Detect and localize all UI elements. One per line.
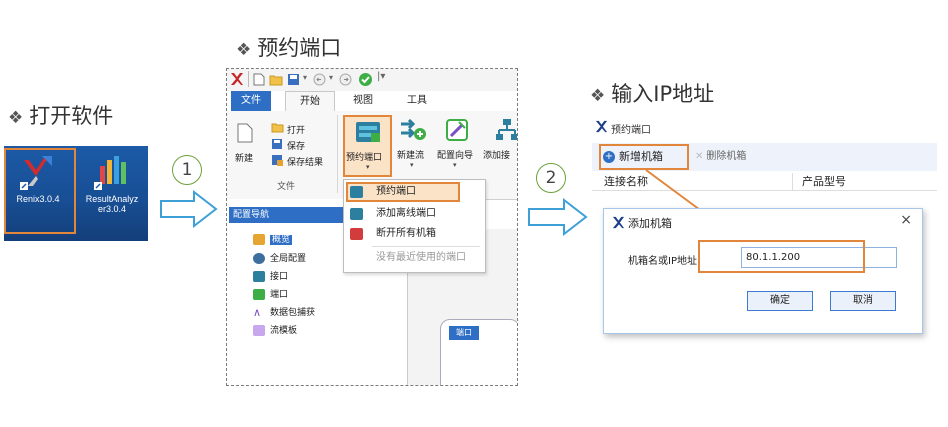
- check-icon[interactable]: [358, 72, 373, 87]
- save-result-button[interactable]: 保存结果: [287, 155, 323, 168]
- renix-logo-icon: [231, 73, 243, 85]
- ip-input-highlight: [698, 240, 865, 273]
- software-window: ▾ ▾ |▾ 文件 开始 视图 工具 新建 打开 保存 保存结果 文件 预约端口…: [226, 68, 518, 386]
- tab-view[interactable]: 视图: [343, 91, 383, 111]
- ribbon-group-divider: [337, 115, 338, 193]
- port-icon: [253, 289, 265, 300]
- add-interface-button[interactable]: 添加接: [483, 148, 510, 161]
- quick-access-toolbar: ▾ ▾ |▾: [227, 69, 517, 91]
- undo-caret-icon[interactable]: ▾: [329, 73, 333, 82]
- add-chassis-button[interactable]: + 新增机箱: [603, 148, 663, 166]
- tab-tools[interactable]: 工具: [397, 91, 437, 111]
- nav-item-port[interactable]: 端口: [253, 288, 288, 302]
- undo-icon[interactable]: [313, 73, 326, 86]
- col-product-model: 产品型号: [802, 175, 846, 188]
- col-divider: [792, 173, 793, 191]
- add-chassis-dialog: 添加机箱 × 机箱名或IP地址 80.1.1.200 确定 取消: [603, 208, 923, 334]
- result-analyzer-label: ResultAnalyz er3.0.4: [85, 194, 139, 214]
- reserve-port-button[interactable]: 预约端口 ▾: [343, 115, 392, 177]
- new-file-icon: [237, 123, 253, 143]
- new-stream-caret-icon: ▾: [410, 161, 414, 169]
- add-circle-icon: +: [603, 151, 615, 163]
- chassis-ip-label: 机箱名或IP地址: [628, 256, 697, 267]
- menu-separator: [372, 246, 480, 247]
- tab-start[interactable]: 开始: [285, 91, 335, 112]
- save-file-icon: [272, 139, 282, 149]
- new-stream-button[interactable]: 新建流: [397, 148, 424, 161]
- config-wizard-caret-icon: ▾: [453, 161, 457, 169]
- tab-file[interactable]: 文件: [231, 91, 271, 111]
- nav-item-overview[interactable]: 概览: [253, 233, 293, 247]
- redo-icon[interactable]: [339, 73, 352, 86]
- desktop-icon-result-analyzer[interactable]: ResultAnalyz er3.0.4: [80, 152, 144, 214]
- stream-template-icon: [253, 325, 265, 336]
- menu-item-disconnect-all[interactable]: 断开所有机箱: [344, 224, 485, 244]
- delete-chassis-button[interactable]: ✕ 删除机箱: [695, 148, 746, 166]
- save-icon[interactable]: [287, 73, 300, 86]
- ok-button[interactable]: 确定: [747, 291, 813, 311]
- add-interface-icon: [496, 119, 517, 140]
- dialog-close-icon[interactable]: ×: [900, 212, 912, 228]
- save-button[interactable]: 保存: [287, 139, 305, 152]
- heading-reserve-port: ❖ 预约端口: [236, 36, 342, 60]
- menu-item-reserve-port[interactable]: 预约端口: [344, 182, 485, 202]
- ribbon-tabs: 文件 开始 视图 工具: [227, 91, 517, 112]
- new-stream-icon: [401, 119, 426, 140]
- config-wizard-button[interactable]: 配置向导: [437, 148, 473, 161]
- nav-item-interface[interactable]: 接口: [253, 270, 288, 284]
- nav-item-global-config[interactable]: 全局配置: [253, 252, 306, 266]
- capture-wave-icon: ∧: [253, 306, 262, 319]
- home-icon: [253, 234, 265, 245]
- new-doc-icon[interactable]: [253, 73, 265, 86]
- reserve-port-window-title: 预约端口: [611, 125, 651, 136]
- result-analyzer-app-icon: [94, 156, 126, 190]
- offline-port-icon: [350, 208, 363, 220]
- toolbar-divider: [248, 71, 249, 87]
- new-button[interactable]: 新建: [235, 151, 253, 164]
- disconnect-plug-icon: [350, 228, 363, 240]
- reserve-port-label: 预约端口: [346, 153, 383, 163]
- interface-icon: [253, 271, 265, 282]
- dialog-logo-icon: [612, 216, 625, 229]
- step-2-circle: 2: [536, 163, 566, 193]
- step-1-circle: 1: [172, 155, 202, 185]
- gear-icon: [253, 253, 265, 264]
- reserve-port-dropdown: 预约端口 添加离线端口 断开所有机箱 没有最近使用的端口: [343, 179, 486, 273]
- renix-window-logo-icon: [595, 120, 608, 133]
- heading-enter-ip: ❖ 输入IP地址: [590, 82, 715, 106]
- reserve-port-caret-icon: ▾: [366, 163, 370, 171]
- menu-item-add-offline-port[interactable]: 添加离线端口: [344, 204, 485, 224]
- heading-open-software: ❖ 打开软件: [8, 104, 114, 128]
- config-wizard-icon: [446, 119, 468, 141]
- ribbon-group-file-label: 文件: [277, 182, 296, 192]
- port-panel: 端口: [440, 319, 517, 385]
- customize-toolbar-icon[interactable]: |▾: [377, 71, 385, 82]
- open-folder-icon[interactable]: [269, 73, 283, 86]
- save-result-icon: [272, 155, 283, 166]
- step-1-arrow-icon: [160, 190, 218, 228]
- dialog-title: 添加机箱: [628, 217, 672, 230]
- open-icon: [271, 123, 284, 133]
- nav-item-stream-template[interactable]: 流模板: [253, 324, 297, 338]
- renix-selection-frame: [4, 148, 76, 234]
- dropdown-caret-icon[interactable]: ▾: [303, 73, 307, 82]
- menu-item-no-recent: 没有最近使用的端口: [376, 252, 466, 263]
- cancel-button[interactable]: 取消: [830, 291, 896, 311]
- port-server-icon: [356, 122, 380, 142]
- open-button[interactable]: 打开: [287, 123, 305, 136]
- port-tab[interactable]: 端口: [449, 326, 479, 340]
- nav-item-packet-capture[interactable]: ∧ 数据包捕获: [253, 306, 315, 320]
- delete-x-icon: ✕: [695, 151, 704, 162]
- step-2-arrow-icon: [528, 198, 588, 236]
- reserve-port-menu-icon: [350, 186, 363, 198]
- desktop-panel: Renix3.0.4 ResultAnalyz er3.0.4: [4, 146, 148, 241]
